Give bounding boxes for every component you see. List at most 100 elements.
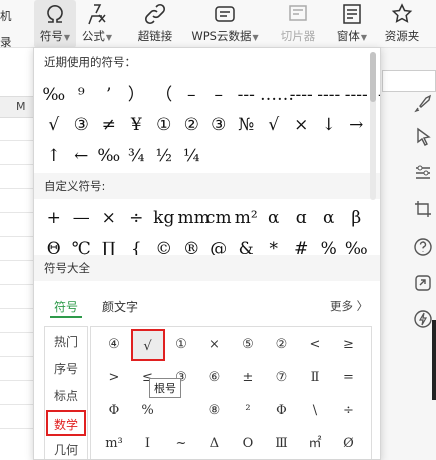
recent-symbol[interactable]: ③ [68, 110, 96, 140]
recent-symbol[interactable]: ’ [95, 80, 123, 110]
recent-symbol[interactable]: № [233, 110, 261, 140]
math-symbol-cell[interactable]: ⑤ [231, 329, 265, 361]
recent-symbol[interactable]: – [178, 80, 206, 110]
recent-symbol[interactable]: ） [123, 80, 151, 110]
lightning-icon[interactable] [412, 308, 434, 330]
math-symbol-cell[interactable]: ④ [97, 329, 131, 361]
chevron-down-icon: ▼ [105, 33, 113, 42]
rocket-icon[interactable] [412, 92, 434, 114]
custom-symbol[interactable]: cm [205, 203, 233, 233]
custom-symbol[interactable]: × [95, 203, 123, 233]
window-form-button[interactable]: 窗体▼ [334, 0, 370, 48]
recent-symbol[interactable]: ← [68, 141, 96, 171]
recent-symbol[interactable]: ③ [205, 110, 233, 140]
recent-symbol[interactable]: （ [150, 80, 178, 110]
recent-symbol[interactable]: √ [260, 110, 288, 140]
math-symbol-cell[interactable]: % [131, 395, 165, 427]
share-icon[interactable] [412, 272, 434, 294]
math-symbol-cell[interactable]: ≥ [332, 329, 366, 361]
recent-symbol[interactable]: ¾ [123, 141, 151, 171]
hyperlink-button[interactable]: 超链接 [134, 0, 176, 48]
formula-button[interactable]: 公式▼ [79, 0, 115, 48]
tab-kaomoji[interactable]: 颜文字 [102, 298, 138, 315]
custom-symbol[interactable]: β [343, 203, 371, 233]
recent-symbol[interactable]: ½ [150, 141, 178, 171]
math-symbol-cell[interactable]: m³ [97, 428, 131, 459]
category-geometry[interactable]: 几何 [45, 437, 87, 459]
math-symbol-cell[interactable]: Φ [97, 395, 131, 427]
recent-symbol[interactable]: ---- [343, 80, 371, 110]
recent-symbol[interactable]: ---- [315, 80, 343, 110]
math-symbol-cell[interactable]: × [198, 329, 232, 361]
column-header-label[interactable]: M [16, 100, 26, 113]
recent-symbol[interactable]: ② [178, 110, 206, 140]
math-symbol-cell[interactable]: ① [164, 329, 198, 361]
math-symbol-cell[interactable]: ~ [164, 428, 198, 459]
math-symbol-cell[interactable]: ② [265, 329, 299, 361]
resource-folder-button[interactable]: 资源夹 [380, 0, 424, 48]
right-input-box[interactable] [382, 70, 436, 92]
recent-symbol[interactable]: √ [40, 110, 68, 140]
math-symbol-cell[interactable] [164, 395, 198, 427]
math-symbol-cell[interactable]: ⑥ [198, 362, 232, 394]
recent-symbol[interactable]: ¼ [178, 141, 206, 171]
recent-symbol[interactable]: …… [260, 80, 294, 110]
math-symbol-cell[interactable]: ² [231, 395, 265, 427]
math-symbol-cell[interactable]: Δ [198, 428, 232, 459]
recent-symbol[interactable]: ⁹ [68, 80, 96, 110]
recent-symbol[interactable]: → [343, 110, 371, 140]
recent-symbol[interactable]: – [205, 80, 233, 110]
category-punctuation[interactable]: 标点 [45, 383, 87, 409]
math-symbol-cell[interactable]: Φ [265, 395, 299, 427]
sliders-icon[interactable] [412, 162, 434, 184]
help-icon[interactable] [412, 236, 434, 258]
custom-symbol[interactable]: ɑ [288, 203, 316, 233]
math-symbol-cell[interactable]: \ [298, 395, 332, 427]
recent-symbol[interactable]: --- [233, 80, 261, 110]
recent-symbol[interactable]: × [288, 110, 316, 140]
more-button[interactable]: 更多 〉 [330, 298, 368, 314]
wps-cloud-data-button[interactable]: WPS云数据▼ [186, 0, 264, 48]
math-symbol-cell[interactable]: = [332, 362, 366, 394]
recent-symbol[interactable]: ---- [288, 80, 316, 110]
math-symbol-cell[interactable]: ⑧ [198, 395, 232, 427]
math-symbol-cell[interactable]: Ⅰ [131, 428, 165, 459]
recent-symbol[interactable]: ¥ [123, 110, 151, 140]
math-symbol-cell[interactable]: Ⅲ [265, 428, 299, 459]
slicer-button[interactable]: 切片器 [276, 0, 320, 48]
active-tab-underline [50, 316, 82, 318]
math-symbol-cell[interactable]: ± [231, 362, 265, 394]
custom-symbol[interactable]: α [315, 203, 343, 233]
custom-symbol[interactable]: — [68, 203, 96, 233]
math-symbol-cell[interactable]: > [97, 362, 131, 394]
custom-symbol[interactable]: mm [178, 203, 210, 233]
form-icon [343, 4, 361, 24]
category-number[interactable]: 序号 [45, 356, 87, 382]
custom-symbol[interactable]: ÷ [123, 203, 151, 233]
recent-symbol[interactable]: ↓ [315, 110, 343, 140]
math-symbol-cell[interactable]: √ [130, 329, 165, 361]
recent-symbol[interactable]: ≠ [95, 110, 123, 140]
custom-symbol[interactable]: m² [233, 203, 261, 233]
math-symbol-cell[interactable]: Ø [332, 428, 366, 459]
category-hot[interactable]: 热门 [45, 329, 87, 355]
custom-symbol[interactable]: + [40, 203, 68, 233]
tab-symbols[interactable]: 符号 [54, 298, 78, 315]
custom-symbol[interactable]: α [260, 203, 288, 233]
cursor-icon[interactable] [412, 126, 434, 148]
math-symbol-cell[interactable]: ÷ [332, 395, 366, 427]
crop-icon[interactable] [412, 198, 434, 220]
symbols-scrollbar-thumb[interactable] [370, 52, 376, 102]
recent-symbol[interactable]: ‰ [95, 141, 123, 171]
recent-symbol[interactable]: ‰ [40, 80, 68, 110]
math-symbol-cell[interactable]: ⑦ [265, 362, 299, 394]
symbol-button[interactable]: 符号▼ [34, 0, 76, 48]
math-symbol-cell[interactable]: Ⅱ [298, 362, 332, 394]
custom-symbol[interactable]: kg [150, 203, 178, 233]
math-symbol-cell[interactable]: < [298, 329, 332, 361]
math-symbol-cell[interactable]: Ο [231, 428, 265, 459]
math-symbol-cell[interactable]: ㎡ [298, 428, 332, 459]
recent-symbol[interactable]: ① [150, 110, 178, 140]
category-math[interactable]: 数学 [46, 410, 86, 436]
recent-symbol[interactable]: ↑ [40, 141, 68, 171]
